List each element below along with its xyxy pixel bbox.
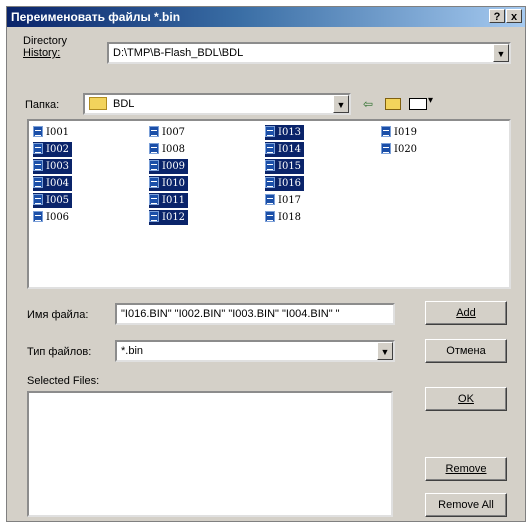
ok-button-label: OK bbox=[458, 393, 474, 405]
file-item[interactable]: I014 bbox=[265, 142, 305, 157]
chevron-down-icon[interactable]: ▼ bbox=[377, 342, 393, 360]
file-icon bbox=[149, 194, 159, 205]
file-name: I001 bbox=[46, 127, 70, 138]
file-icon bbox=[265, 194, 275, 205]
folder-icon bbox=[89, 97, 107, 110]
up-folder-icon[interactable] bbox=[385, 98, 401, 110]
filetype-combo[interactable]: *.bin ▼ bbox=[115, 340, 395, 362]
remove-button[interactable]: Remove bbox=[425, 457, 507, 481]
window-title: Переименовать файлы *.bin bbox=[11, 10, 181, 24]
file-name: I017 bbox=[278, 195, 302, 206]
file-icon bbox=[33, 211, 43, 222]
file-item[interactable]: I003 bbox=[33, 159, 73, 174]
file-icon bbox=[265, 177, 275, 188]
file-icon bbox=[33, 160, 43, 171]
file-name: I019 bbox=[394, 127, 418, 138]
file-item[interactable]: I002 bbox=[33, 142, 73, 157]
file-item[interactable]: I015 bbox=[265, 159, 305, 174]
view-menu-chevron-icon[interactable]: ▾ bbox=[428, 95, 433, 111]
file-icon bbox=[149, 143, 159, 154]
file-item[interactable]: I006 bbox=[33, 210, 72, 225]
remove-button-label: Remove bbox=[445, 463, 487, 475]
file-icon bbox=[149, 126, 159, 137]
file-name: I020 bbox=[394, 144, 418, 155]
rename-files-dialog: Переименовать файлы *.bin ? x Directory … bbox=[6, 6, 526, 522]
file-item[interactable]: I004 bbox=[33, 176, 73, 191]
file-name: I011 bbox=[162, 195, 186, 206]
selected-files-label: Selected Files: bbox=[27, 375, 100, 387]
directory-history-label-line1: Directory bbox=[23, 35, 68, 47]
file-icon bbox=[33, 177, 43, 188]
file-item[interactable]: I013 bbox=[265, 125, 305, 140]
file-item[interactable]: I005 bbox=[33, 193, 73, 208]
folder-combo[interactable]: BDL ▼ bbox=[83, 93, 351, 115]
chevron-down-icon[interactable]: ▼ bbox=[333, 95, 349, 113]
file-item[interactable]: I020 bbox=[381, 142, 420, 157]
file-name: I003 bbox=[46, 161, 70, 172]
back-arrow-icon[interactable]: ⇦ bbox=[363, 97, 373, 113]
file-icon bbox=[265, 211, 275, 222]
file-icon bbox=[149, 177, 159, 188]
file-item[interactable]: I012 bbox=[149, 210, 189, 225]
directory-history-label: Directory History: bbox=[23, 35, 67, 59]
folder-label: Папка: bbox=[25, 99, 60, 111]
file-item[interactable]: I011 bbox=[149, 193, 189, 208]
file-name: I013 bbox=[278, 127, 302, 138]
file-item[interactable]: I016 bbox=[265, 176, 305, 191]
file-item[interactable]: I017 bbox=[265, 193, 304, 208]
file-icon bbox=[149, 211, 159, 222]
add-button[interactable]: Add bbox=[425, 301, 507, 325]
file-icon bbox=[265, 160, 275, 171]
file-icon bbox=[265, 143, 275, 154]
folder-value: BDL bbox=[113, 98, 135, 110]
file-name: I016 bbox=[278, 178, 302, 189]
file-name: I002 bbox=[46, 144, 70, 155]
help-button[interactable]: ? bbox=[489, 9, 505, 23]
file-icon bbox=[149, 160, 159, 171]
file-icon bbox=[33, 194, 43, 205]
file-item[interactable]: I018 bbox=[265, 210, 304, 225]
filename-value: "I016.BIN" "I002.BIN" "I003.BIN" "I004.B… bbox=[121, 308, 340, 320]
file-item[interactable]: I019 bbox=[381, 125, 420, 140]
filetype-label: Тип файлов: bbox=[27, 346, 92, 358]
title-bar[interactable]: Переименовать файлы *.bin ? x bbox=[7, 7, 525, 27]
file-icon bbox=[33, 143, 43, 154]
chevron-down-icon[interactable]: ▼ bbox=[493, 44, 509, 62]
ok-button[interactable]: OK bbox=[425, 387, 507, 411]
file-name: I007 bbox=[162, 127, 186, 138]
file-icon bbox=[265, 126, 275, 137]
file-list[interactable]: I001 I002 I003 I004 I005 I006 I007 I008 I009 I010… bbox=[27, 119, 511, 289]
directory-history-value: D:\TMP\B-Flash_BDL\BDL bbox=[113, 47, 244, 59]
file-name: I005 bbox=[46, 195, 70, 206]
file-name: I015 bbox=[278, 161, 302, 172]
filetype-value: *.bin bbox=[121, 345, 144, 357]
file-icon bbox=[33, 126, 43, 137]
filename-input[interactable]: "I016.BIN" "I002.BIN" "I003.BIN" "I004.B… bbox=[115, 303, 395, 325]
directory-history-label-line2: History: bbox=[23, 47, 61, 59]
file-name: I012 bbox=[162, 212, 186, 223]
file-name: I009 bbox=[162, 161, 186, 172]
file-name: I006 bbox=[46, 212, 70, 223]
remove-all-button[interactable]: Remove All bbox=[425, 493, 507, 517]
file-name: I004 bbox=[46, 178, 70, 189]
directory-history-combo[interactable]: D:\TMP\B-Flash_BDL\BDL ▼ bbox=[107, 42, 511, 64]
file-icon bbox=[381, 143, 391, 154]
selected-files-list[interactable] bbox=[27, 391, 393, 517]
file-item[interactable]: I008 bbox=[149, 142, 188, 157]
file-item[interactable]: I001 bbox=[33, 125, 72, 140]
add-button-label: Add bbox=[456, 307, 476, 319]
file-name: I010 bbox=[162, 178, 186, 189]
file-name: I008 bbox=[162, 144, 186, 155]
file-name: I018 bbox=[278, 212, 302, 223]
file-name: I014 bbox=[278, 144, 302, 155]
file-item[interactable]: I010 bbox=[149, 176, 189, 191]
file-item[interactable]: I009 bbox=[149, 159, 189, 174]
file-item[interactable]: I007 bbox=[149, 125, 188, 140]
close-button[interactable]: x bbox=[506, 9, 522, 23]
file-icon bbox=[381, 126, 391, 137]
view-menu-icon[interactable] bbox=[409, 98, 427, 110]
cancel-button[interactable]: Отмена bbox=[425, 339, 507, 363]
filename-label: Имя файла: bbox=[27, 309, 89, 321]
